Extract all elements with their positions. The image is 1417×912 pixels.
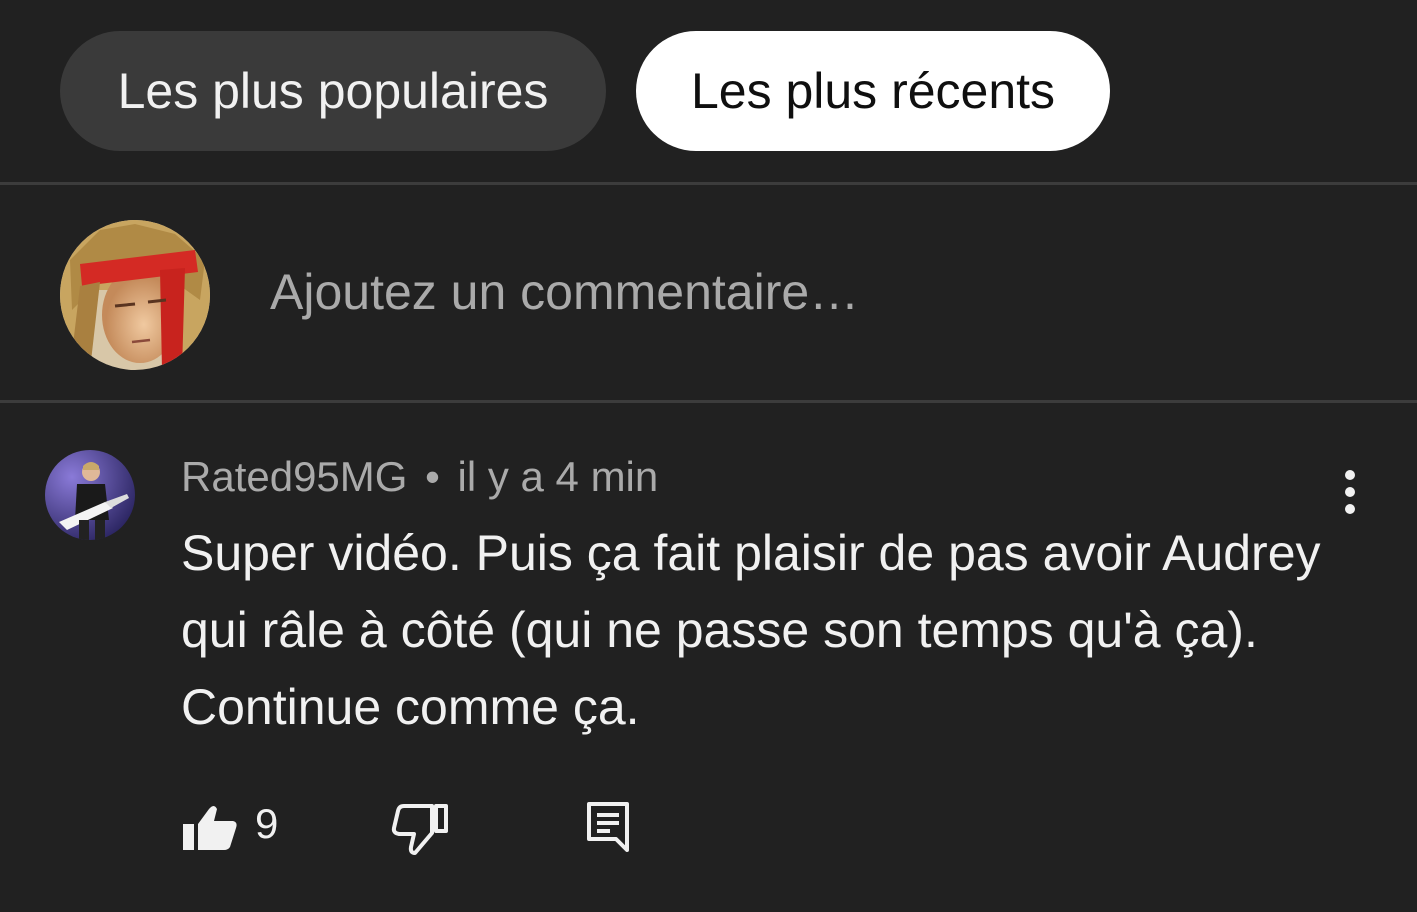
thumbs-down-icon (388, 804, 452, 865)
comment-item: Rated95MG • il y a 4 min Super vidéo. Pu… (0, 403, 1417, 912)
comment-reply-icon (580, 802, 636, 857)
filter-chips: Les plus populaires Les plus récents (0, 0, 1417, 182)
comment-header: Rated95MG • il y a 4 min (181, 453, 658, 501)
meta-separator: • (425, 453, 440, 500)
filter-chip-popular[interactable]: Les plus populaires (60, 31, 606, 151)
comment-author-avatar[interactable] (45, 450, 135, 540)
add-comment-row: Ajoutez un commentaire… (0, 185, 1417, 400)
reply-button[interactable] (580, 797, 636, 853)
comment-timestamp: il y a 4 min (457, 453, 659, 500)
thumbs-up-icon (178, 806, 242, 865)
dislike-button[interactable] (388, 797, 452, 861)
like-count: 9 (255, 800, 279, 847)
more-options-button[interactable] (1328, 468, 1372, 522)
comment-actions: 9 (0, 783, 1417, 873)
more-vertical-icon (1328, 470, 1372, 526)
like-button[interactable] (178, 797, 242, 861)
filter-chip-recent[interactable]: Les plus récents (636, 31, 1110, 151)
comment-body: Super vidéo. Puis ça fait plaisir de pas… (181, 525, 1321, 735)
comment-author-name[interactable]: Rated95MG (181, 453, 407, 500)
add-comment-input[interactable]: Ajoutez un commentaire… (270, 263, 859, 321)
current-user-avatar[interactable] (60, 220, 210, 370)
